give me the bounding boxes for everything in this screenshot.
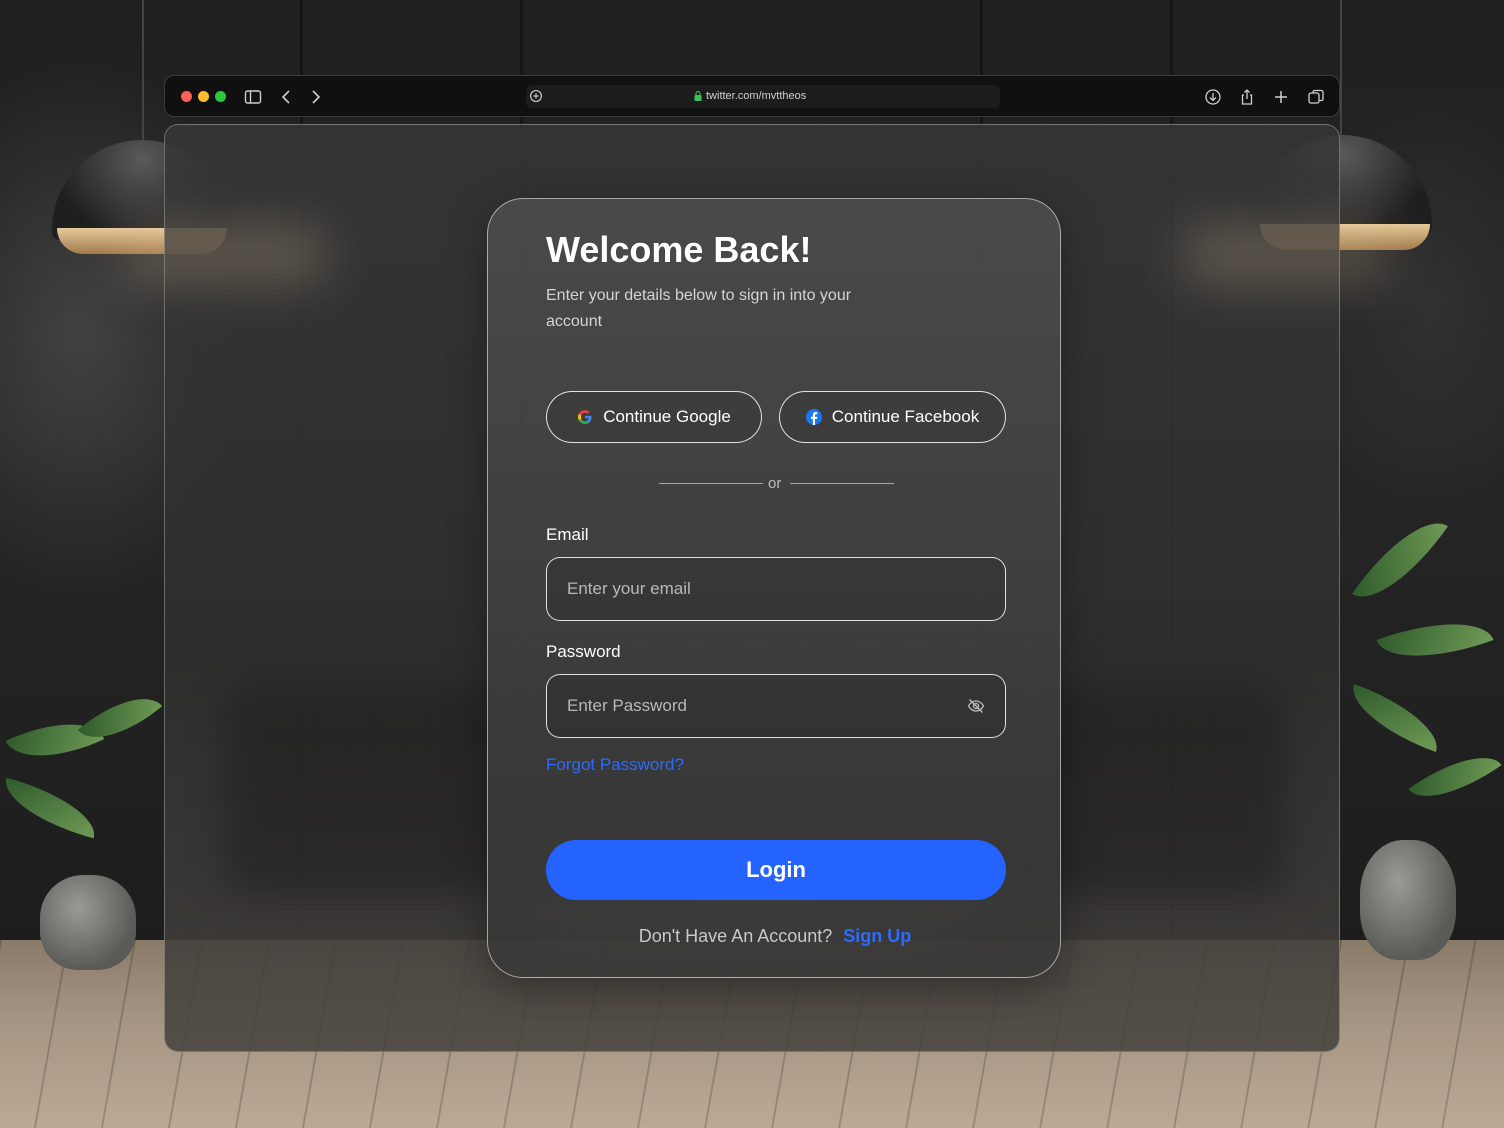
forward-chevron-icon[interactable]: [305, 87, 325, 107]
back-chevron-icon[interactable]: [277, 87, 297, 107]
plant-pot-left: [40, 875, 136, 970]
divider-line-left: [659, 483, 763, 484]
tabs-overview-icon[interactable]: [1306, 87, 1326, 107]
share-icon[interactable]: [1237, 87, 1257, 107]
login-button[interactable]: Login: [546, 840, 1006, 900]
address-bar[interactable]: twitter.com/mvttheos: [526, 85, 1000, 108]
email-field-container: [546, 557, 1006, 621]
signup-link[interactable]: Sign Up: [843, 926, 911, 946]
forgot-password-link[interactable]: Forgot Password?: [546, 755, 684, 775]
sidebar-icon[interactable]: [243, 87, 263, 107]
divider-or-text: or: [768, 475, 782, 492]
new-tab-plus-icon[interactable]: [1271, 87, 1291, 107]
download-icon[interactable]: [1203, 87, 1223, 107]
page-title: Welcome Back!: [546, 229, 812, 270]
password-input[interactable]: [567, 675, 967, 736]
lamp-cord: [142, 0, 144, 150]
lock-icon: [694, 91, 702, 101]
plant-pot-right: [1360, 840, 1456, 960]
email-label: Email: [546, 525, 589, 544]
blurred-light: [1185, 225, 1385, 285]
continue-google-button[interactable]: Continue Google: [546, 391, 762, 443]
lamp-cord: [1340, 0, 1342, 140]
facebook-icon: [805, 409, 822, 425]
password-label: Password: [546, 642, 621, 661]
site-settings-icon[interactable]: [527, 87, 545, 105]
continue-facebook-button[interactable]: Continue Facebook: [779, 391, 1006, 443]
close-window-button[interactable]: [181, 91, 192, 102]
google-icon: [578, 410, 592, 425]
email-input[interactable]: [567, 558, 967, 619]
blurred-light: [125, 225, 325, 285]
signup-prompt: Don't Have An Account?: [638, 926, 833, 946]
continue-google-label: Continue Google: [603, 407, 731, 426]
url-text: twitter.com/mvttheos: [706, 90, 807, 102]
page-subtitle: Enter your details below to sign in into…: [546, 287, 852, 330]
eye-off-icon[interactable]: [967, 697, 985, 715]
zoom-window-button[interactable]: [215, 91, 226, 102]
minimize-window-button[interactable]: [198, 91, 209, 102]
browser-toolbar: twitter.com/mvttheos: [164, 75, 1340, 117]
continue-facebook-label: Continue Facebook: [831, 407, 980, 426]
password-field-container: [546, 674, 1006, 738]
signup-row: Don't Have An Account? Sign Up: [488, 926, 1062, 947]
divider-line-right: [790, 483, 894, 484]
login-card: Welcome Back! Enter your details below t…: [487, 198, 1061, 978]
